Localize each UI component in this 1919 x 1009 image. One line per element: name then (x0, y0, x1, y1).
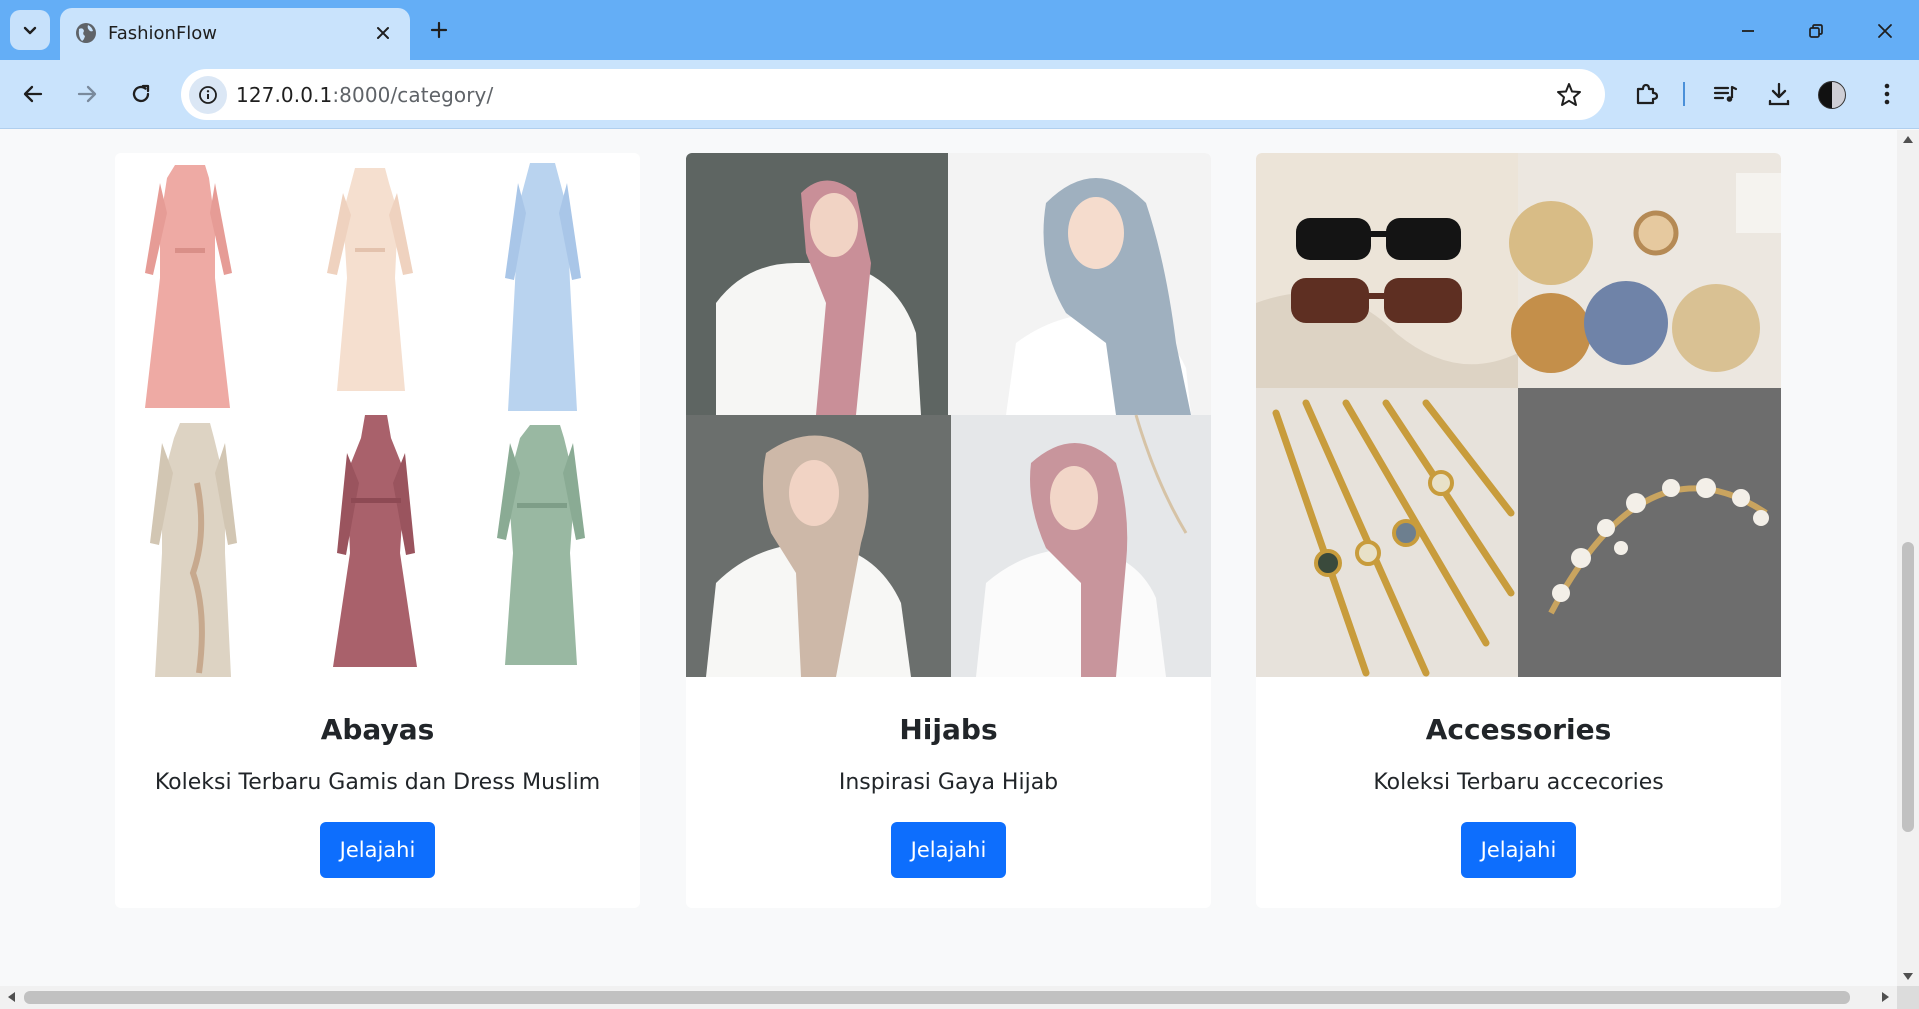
puzzle-icon (1636, 83, 1659, 105)
vertical-scroll-thumb[interactable] (1902, 542, 1914, 832)
jelajahi-button[interactable]: Jelajahi (320, 822, 435, 878)
restore-button[interactable] (1801, 16, 1831, 46)
forward-button[interactable] (70, 77, 104, 111)
jelajahi-button[interactable]: Jelajahi (891, 822, 1006, 878)
globe-icon (76, 23, 96, 43)
downloads-button[interactable] (1762, 77, 1796, 111)
media-control-button[interactable] (1708, 77, 1742, 111)
arrow-right-icon (77, 85, 97, 103)
restore-icon (1809, 24, 1823, 38)
scroll-down-arrow-icon[interactable] (1903, 973, 1913, 980)
jelajahi-button[interactable]: Jelajahi (1461, 822, 1576, 878)
extensions-button[interactable] (1630, 77, 1664, 111)
address-bar[interactable]: 127.0.0.1:8000/category/ (181, 69, 1605, 120)
scroll-right-arrow-icon[interactable] (1882, 992, 1889, 1002)
arrow-left-icon (23, 85, 43, 103)
scrollbar-corner (1897, 986, 1919, 1009)
card-title: Abayas (320, 713, 435, 746)
minimize-button[interactable] (1733, 16, 1763, 46)
vertical-scrollbar[interactable] (1897, 130, 1919, 986)
category-card-accessories: Accessories Koleksi Terbaru accecories J… (1256, 153, 1781, 908)
chevron-down-icon (23, 26, 37, 35)
card-title: Accessories (1425, 713, 1612, 746)
browser-menu-button[interactable] (1870, 77, 1904, 111)
plus-icon (430, 21, 448, 39)
reload-button[interactable] (124, 77, 158, 111)
horizontal-scrollbar[interactable] (0, 986, 1897, 1009)
card-text: Inspirasi Gaya Hijab (838, 770, 1059, 795)
toolbar-separator (1683, 82, 1685, 106)
browser-toolbar: 127.0.0.1:8000/category/ (0, 60, 1919, 129)
page-viewport: Abayas Koleksi Terbaru Gamis dan Dress M… (0, 130, 1897, 986)
tab-close-button[interactable] (372, 22, 394, 44)
download-icon (1768, 82, 1790, 106)
close-icon (1878, 24, 1892, 38)
card-text: Koleksi Terbaru Gamis dan Dress Muslim (154, 770, 601, 795)
scroll-left-arrow-icon[interactable] (8, 992, 15, 1002)
browser-tab[interactable]: FashionFlow (60, 8, 410, 60)
bookmark-star-icon[interactable] (1555, 81, 1583, 109)
more-vertical-icon (1884, 83, 1890, 105)
url-host: 127.0.0.1 (236, 83, 333, 107)
info-icon (199, 86, 217, 104)
hijabs-collage-image (686, 153, 1211, 677)
accessories-collage-image (1256, 153, 1781, 677)
scroll-up-arrow-icon[interactable] (1903, 136, 1913, 143)
abayas-collage-image (115, 153, 640, 677)
close-window-button[interactable] (1870, 16, 1900, 46)
back-button[interactable] (16, 77, 50, 111)
card-text: Koleksi Terbaru accecories (1373, 770, 1664, 795)
url-text[interactable]: 127.0.0.1:8000/category/ (236, 83, 493, 107)
site-info-button[interactable] (189, 76, 227, 114)
category-card-hijabs: Hijabs Inspirasi Gaya Hijab Jelajahi (686, 153, 1211, 908)
category-card-abayas: Abayas Koleksi Terbaru Gamis dan Dress M… (115, 153, 640, 908)
reload-icon (132, 84, 150, 103)
playlist-music-icon (1713, 85, 1738, 102)
browser-tab-bar: FashionFlow (0, 0, 1919, 60)
tab-title: FashionFlow (108, 23, 218, 44)
url-path: :8000/category/ (332, 83, 494, 107)
horizontal-scroll-thumb[interactable] (24, 991, 1850, 1004)
close-icon (377, 27, 389, 39)
minimize-icon (1742, 30, 1754, 32)
new-tab-button[interactable] (425, 16, 453, 44)
tab-search-button[interactable] (10, 10, 50, 50)
card-title: Hijabs (899, 713, 998, 746)
profile-avatar[interactable] (1818, 81, 1846, 109)
